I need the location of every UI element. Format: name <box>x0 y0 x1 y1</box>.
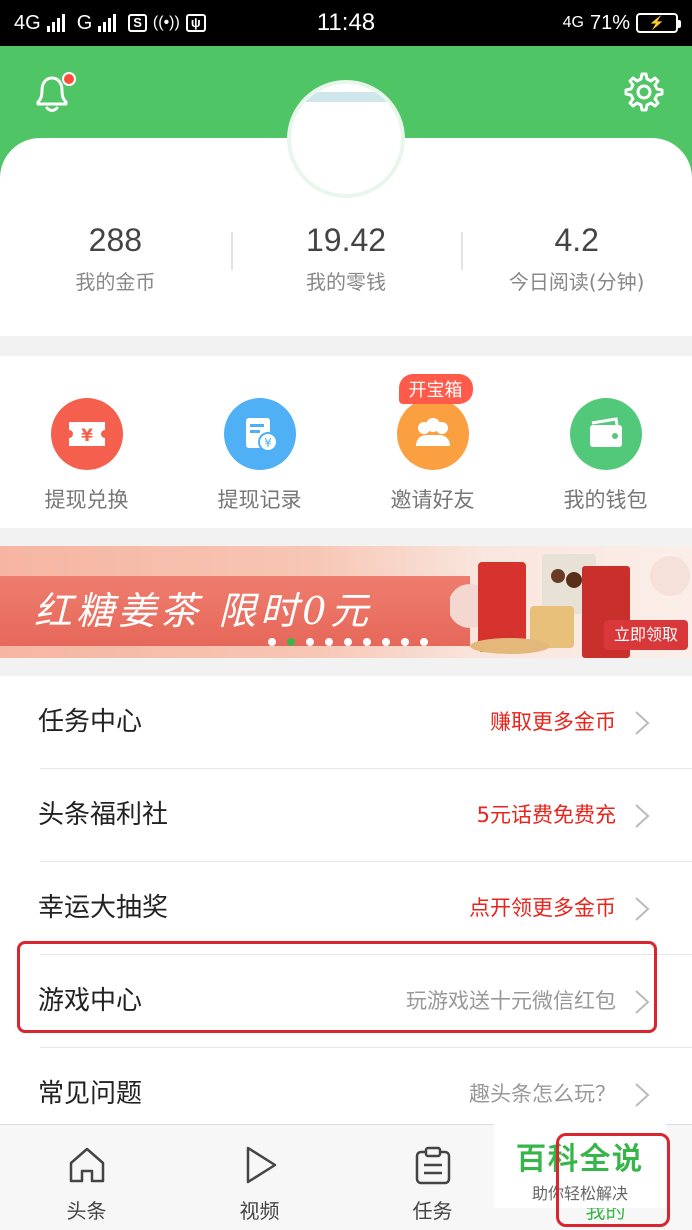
gear-icon <box>624 72 664 112</box>
banner-title: 红糖姜茶 限时0元 <box>34 589 373 633</box>
page-dot[interactable] <box>420 638 428 646</box>
page-dot[interactable] <box>268 638 276 646</box>
menu-title: 头条福利社 <box>38 800 169 830</box>
banner-pagination <box>268 638 428 646</box>
wallet-icon <box>589 417 622 447</box>
action-label: 提现兑换 <box>44 488 129 512</box>
banner-claim-button[interactable]: 立即领取 <box>604 620 688 650</box>
stat-label: 今日阅读(分钟) <box>508 270 645 294</box>
page-dot[interactable] <box>344 638 352 646</box>
action-icon-bg <box>569 398 642 470</box>
action-withdraw[interactable]: ¥ 提现兑换 <box>0 356 173 528</box>
play-icon <box>246 1146 276 1184</box>
action-records[interactable]: ¥ 提现记录 <box>173 356 346 528</box>
chevron-right-icon <box>635 804 650 828</box>
status-right: 4G 71% ⚡ <box>562 11 681 35</box>
sim-icon: S <box>128 14 147 32</box>
menu-hint: 玩游戏送十元微信红包 <box>406 989 616 1013</box>
action-wallet[interactable]: 我的钱包 <box>519 356 692 528</box>
stat-label: 我的金币 <box>75 270 156 294</box>
svg-text:¥: ¥ <box>81 426 93 446</box>
stat-reading[interactable]: 4.2 今日阅读(分钟) <box>461 218 692 308</box>
treasure-badge: 开宝箱 <box>398 374 473 404</box>
menu-item-game-center[interactable]: 游戏中心 玩游戏送十元微信红包 <box>0 955 692 1048</box>
chevron-right-icon <box>635 711 650 735</box>
action-icon-bg: ¥ <box>50 398 123 470</box>
signal-icon <box>46 14 65 32</box>
stat-coins[interactable]: 288 我的金币 <box>0 218 231 308</box>
stat-change[interactable]: 19.42 我的零钱 <box>230 218 462 308</box>
notification-dot <box>62 72 76 86</box>
nav-headlines[interactable]: 头条 <box>0 1125 173 1230</box>
battery-percent: 71% <box>589 11 630 34</box>
friends-icon <box>415 418 450 446</box>
menu-hint: 赚取更多金币 <box>490 710 616 734</box>
nav-video[interactable]: 视频 <box>173 1125 346 1230</box>
signal-icon-2 <box>98 14 117 32</box>
watermark: 百科全说 助你轻松解决 <box>494 1122 666 1208</box>
chevron-right-icon <box>635 990 650 1014</box>
net-badge: 4G <box>562 14 584 31</box>
action-icon-bg: ¥ <box>223 398 296 470</box>
menu-title: 游戏中心 <box>38 986 143 1016</box>
usb-icon: ψ <box>185 14 206 32</box>
home-icon <box>69 1147 104 1183</box>
stat-value: 19.42 <box>305 222 387 258</box>
avatar-image <box>301 90 391 180</box>
menu-title: 幸运大抽奖 <box>38 893 169 923</box>
status-left: 4G G S ((•)) ψ <box>14 12 206 35</box>
quick-actions: ¥ 提现兑换 ¥ 提现记录 开宝箱 邀请好友 我的钱包 <box>0 356 692 528</box>
hotspot-icon: ((•)) <box>152 14 180 31</box>
status-bar: 4G G S ((•)) ψ 11:48 4G 71% ⚡ <box>0 0 692 46</box>
page-dot[interactable] <box>401 638 409 646</box>
svg-text:¥: ¥ <box>264 436 272 450</box>
action-label: 邀请好友 <box>390 488 475 512</box>
nav-label: 头条 <box>66 1199 107 1223</box>
avatar-tint <box>301 92 391 102</box>
menu-list: 任务中心 赚取更多金币 头条福利社 5元话费免费充 幸运大抽奖 点开领更多金币 … <box>0 676 692 1124</box>
menu-item-lottery[interactable]: 幸运大抽奖 点开领更多金币 <box>0 862 692 955</box>
settings-button[interactable] <box>620 70 664 114</box>
action-label: 提现记录 <box>217 488 302 512</box>
network-type-2: G <box>76 11 93 34</box>
stat-label: 我的零钱 <box>306 270 386 294</box>
watermark-title: 百科全说 <box>516 1142 644 1177</box>
action-icon-bg <box>396 398 469 470</box>
menu-hint: 5元话费免费充 <box>476 803 616 827</box>
page-dot-active[interactable] <box>287 638 295 646</box>
menu-hint: 点开领更多金币 <box>469 896 616 920</box>
page-dot[interactable] <box>325 638 333 646</box>
action-invite[interactable]: 开宝箱 邀请好友 <box>346 356 519 528</box>
page-dot[interactable] <box>382 638 390 646</box>
menu-item-welfare[interactable]: 头条福利社 5元话费免费充 <box>0 769 692 862</box>
battery-icon: ⚡ <box>636 13 681 33</box>
network-type-1: 4G <box>14 11 41 34</box>
nav-label: 视频 <box>239 1199 280 1223</box>
stat-value: 288 <box>88 222 143 258</box>
menu-title: 任务中心 <box>38 707 143 737</box>
stats-row: 288 我的金币 19.42 我的零钱 4.2 今日阅读(分钟) <box>0 218 692 308</box>
clipboard-icon <box>415 1146 450 1185</box>
page-dot[interactable] <box>363 638 371 646</box>
avatar[interactable] <box>287 80 405 198</box>
ticket-yen-icon: ¥ <box>68 422 105 446</box>
chevron-right-icon <box>635 897 650 921</box>
stat-value: 4.2 <box>554 222 599 258</box>
watermark-subtitle: 助你轻松解决 <box>531 1184 628 1203</box>
chevron-right-icon <box>635 1083 650 1107</box>
menu-item-task-center[interactable]: 任务中心 赚取更多金币 <box>0 676 692 769</box>
page-dot[interactable] <box>306 638 314 646</box>
receipt-yen-icon: ¥ <box>245 418 278 452</box>
action-label: 我的钱包 <box>563 488 648 512</box>
